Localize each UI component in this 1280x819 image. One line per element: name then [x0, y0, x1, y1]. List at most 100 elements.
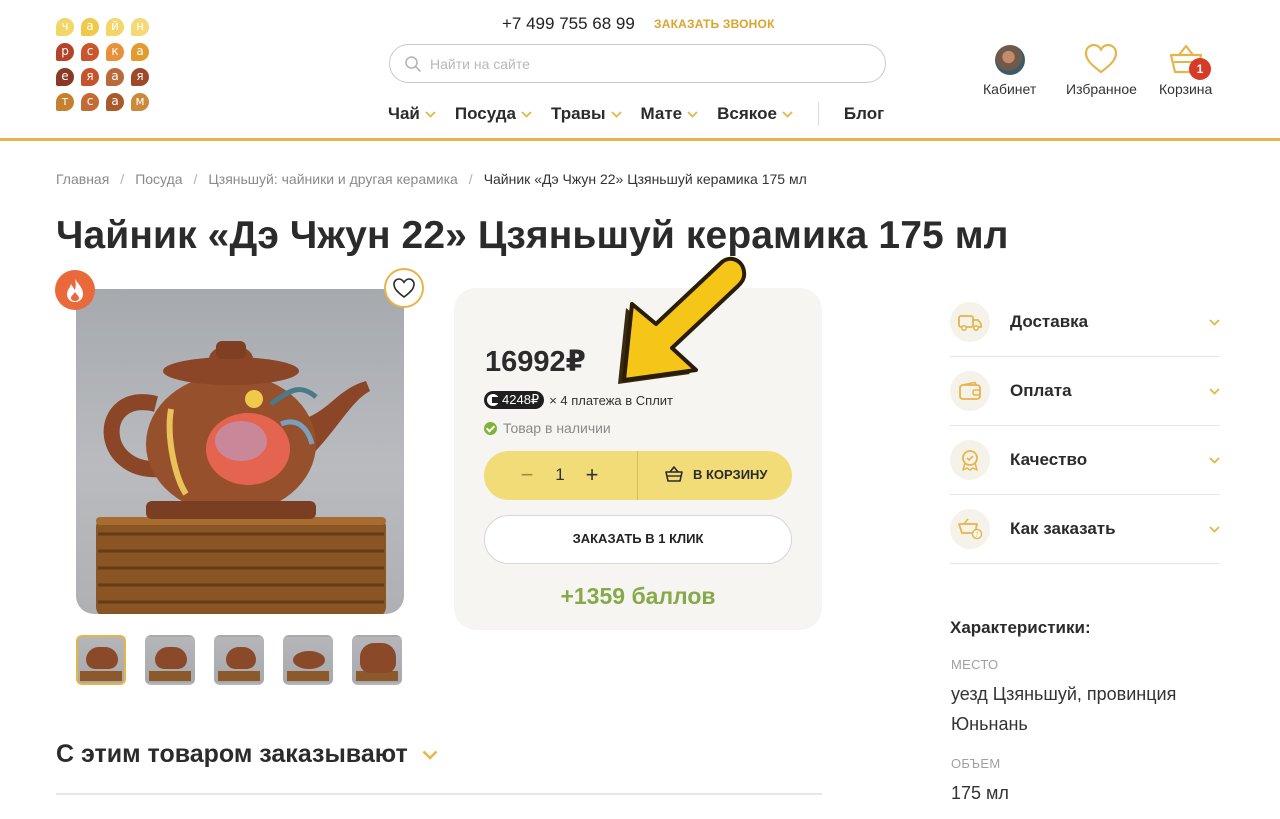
- search-icon: [405, 56, 421, 72]
- logo-letter: ч: [56, 18, 74, 36]
- search-box[interactable]: [389, 44, 886, 83]
- breadcrumb: Главная / Посуда / Цзяньшуй: чайники и д…: [56, 171, 807, 187]
- characteristic-value: 175 мл: [951, 783, 1009, 803]
- thumbnail[interactable]: [145, 635, 195, 685]
- cabinet-link[interactable]: Кабинет: [983, 42, 1036, 97]
- heart-icon: [1085, 43, 1118, 74]
- accordion-how-to-order[interactable]: ? Как заказать: [950, 495, 1220, 564]
- breadcrumb-current: Чайник «Дэ Чжун 22» Цзяньшуй керамика 17…: [483, 171, 807, 187]
- nav-item-tea[interactable]: Чай: [388, 104, 436, 124]
- truck-icon: [950, 302, 990, 342]
- cart-label: Корзина: [1159, 81, 1213, 97]
- nav-item-misc[interactable]: Всякое: [717, 104, 793, 124]
- stock-text: Товар в наличии: [503, 420, 611, 436]
- thumbnail[interactable]: [352, 635, 402, 685]
- cart-control: − 1 + В КОРЗИНУ: [484, 451, 792, 500]
- add-to-favorites-button[interactable]: [384, 268, 424, 308]
- heart-icon: [393, 278, 415, 299]
- cart-count-badge: 1: [1189, 58, 1211, 80]
- favorites-link[interactable]: Избранное: [1066, 42, 1137, 97]
- accordion-quality[interactable]: Качество: [950, 426, 1220, 495]
- cart-link[interactable]: 1 Корзина: [1159, 42, 1212, 97]
- accordion-delivery[interactable]: Доставка: [950, 288, 1220, 357]
- main-nav: Чай Посуда Травы Мате Всякое Блог: [388, 101, 903, 127]
- characteristic-value: уезд Цзяньшуй, провинция Юньнань: [951, 684, 1177, 734]
- logo-letter: й: [106, 18, 124, 36]
- chevron-down-icon: [1209, 387, 1220, 395]
- logo-letter: е: [56, 68, 74, 86]
- svg-text:?: ?: [975, 531, 979, 539]
- site-logo[interactable]: чайнрскаеяаятсам: [56, 18, 156, 116]
- split-payment-info[interactable]: 4248₽ × 4 платежа в Сплит: [484, 391, 673, 409]
- accordion-label: Доставка: [1010, 312, 1089, 331]
- chevron-down-icon: [1209, 525, 1220, 533]
- logo-letter: я: [81, 68, 99, 86]
- basket-icon: [665, 466, 683, 482]
- also-ordered-toggle[interactable]: С этим товаром заказывают: [56, 740, 438, 769]
- nav-item-label: Посуда: [454, 104, 516, 123]
- chevron-down-icon: [782, 110, 793, 118]
- breadcrumb-category[interactable]: Цзяньшуй: чайники и другая керамика: [208, 171, 457, 187]
- phone-number[interactable]: +7 499 755 68 99: [502, 14, 635, 34]
- accordion-payment[interactable]: Оплата: [950, 357, 1220, 426]
- split-amount-pill: 4248₽: [484, 391, 545, 409]
- split-logo-icon: [487, 394, 499, 406]
- nav-item-mate[interactable]: Мате: [641, 104, 699, 124]
- accordion-label: Как заказать: [1010, 519, 1116, 538]
- check-circle-icon: [484, 421, 497, 435]
- nav-item-blog[interactable]: Блог: [844, 104, 884, 124]
- avatar: [994, 45, 1025, 75]
- quantity-value[interactable]: 1: [550, 463, 570, 487]
- search-input[interactable]: [430, 53, 870, 75]
- thumbnail[interactable]: [76, 635, 126, 685]
- breadcrumb-separator: /: [193, 171, 198, 187]
- basket-question-icon: ?: [950, 509, 990, 549]
- chevron-down-icon: [610, 110, 622, 118]
- chevron-down-icon: [687, 110, 698, 118]
- logo-letter: а: [131, 43, 149, 61]
- section-divider: [56, 793, 822, 795]
- quantity-increase-button[interactable]: +: [582, 463, 602, 487]
- chevron-down-icon: [521, 110, 532, 118]
- characteristic-key: МЕСТО: [951, 657, 999, 672]
- teapot-image: [96, 341, 386, 614]
- cart-control-divider: [637, 451, 638, 500]
- thumbnail[interactable]: [283, 635, 333, 685]
- breadcrumb-home[interactable]: Главная: [56, 171, 109, 187]
- wallet-icon: [950, 371, 990, 411]
- favorites-label: Избранное: [1066, 81, 1137, 97]
- split-amount: 4248₽: [502, 392, 540, 407]
- logo-letter: м: [131, 93, 149, 111]
- nav-item-label: Мате: [640, 104, 683, 123]
- accordion-label: Оплата: [1010, 381, 1072, 400]
- logo-letter: с: [81, 43, 99, 61]
- thumbnail-strip: [76, 635, 421, 685]
- add-to-cart-button[interactable]: В КОРЗИНУ: [664, 465, 768, 483]
- characteristic-key: ОБЪЕМ: [951, 756, 1001, 771]
- breadcrumb-tableware[interactable]: Посуда: [135, 171, 182, 187]
- logo-letter: а: [106, 93, 124, 111]
- callback-link[interactable]: ЗАКАЗАТЬ ЗВОНОК: [654, 17, 775, 31]
- chevron-down-icon: [1209, 456, 1220, 464]
- quality-badge-icon: [950, 440, 990, 480]
- chevron-down-icon: [425, 110, 436, 118]
- bonus-points: +1359 баллов: [560, 583, 716, 609]
- product-price: 16992₽: [485, 346, 586, 378]
- thumbnail[interactable]: [214, 635, 264, 685]
- logo-letter: с: [81, 93, 99, 111]
- stock-status: Товар в наличии: [484, 420, 611, 436]
- nav-item-herbs[interactable]: Травы: [551, 104, 622, 124]
- one-click-order-button[interactable]: ЗАКАЗАТЬ В 1 КЛИК: [484, 515, 792, 564]
- logo-letter: т: [56, 93, 74, 111]
- logo-letter: я: [131, 68, 149, 86]
- nav-item-label: Всякое: [717, 104, 777, 123]
- nav-item-tableware[interactable]: Посуда: [455, 104, 532, 124]
- also-ordered-title: С этим товаром заказывают: [56, 740, 408, 768]
- chevron-down-icon: [422, 750, 438, 760]
- logo-letter: к: [106, 43, 124, 61]
- product-photo[interactable]: [76, 289, 404, 614]
- logo-letter: р: [56, 43, 74, 61]
- breadcrumb-separator: /: [468, 171, 473, 187]
- fire-icon: [67, 279, 83, 302]
- quantity-decrease-button[interactable]: −: [518, 463, 536, 487]
